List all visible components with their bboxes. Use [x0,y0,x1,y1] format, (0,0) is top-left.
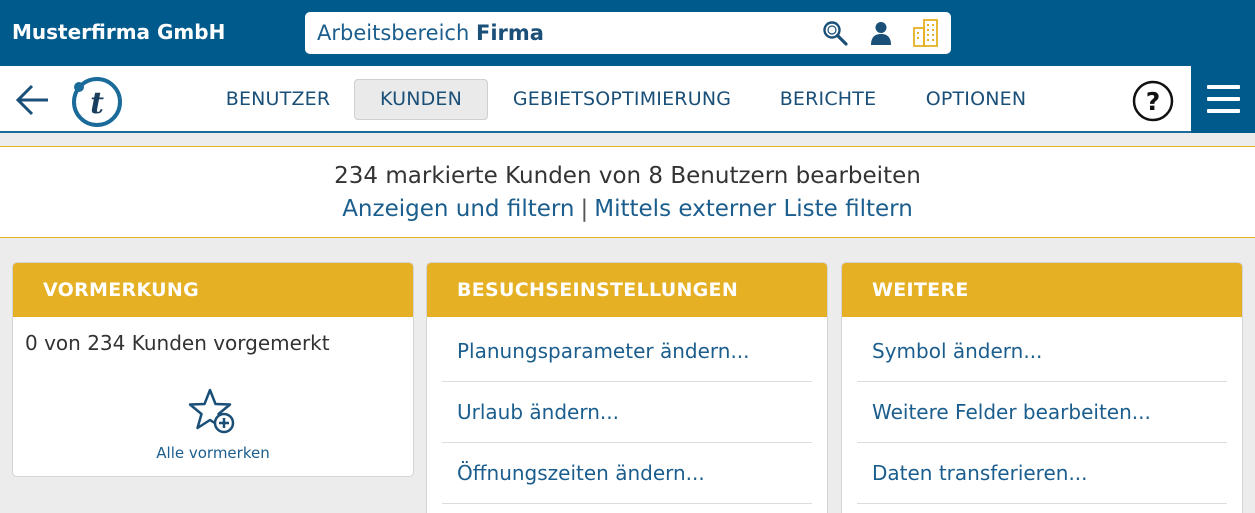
info-links: Anzeigen und filtern | Mittels externer Li… [0,196,1255,222]
back-arrow-icon[interactable] [14,83,50,117]
tab-gebietsoptimierung[interactable]: GEBIETSOPTIMIERUNG [502,79,742,120]
vormerkung-status: 0 von 234 Kunden vorgemerkt [25,331,330,355]
list-item-symbol[interactable]: Symbol ändern... [857,321,1227,382]
tab-berichte[interactable]: BERICHTE [768,79,888,120]
mark-all-button[interactable]: Alle vormerken [13,444,413,462]
list-item-planungsparameter[interactable]: Planungsparameter ändern... [442,321,812,382]
card-title: WEITERE [842,263,1242,317]
list-item-daten-transferieren[interactable]: Daten transferieren... [857,443,1227,504]
selection-info: 234 markierte Kunden von 8 Benutzern bea… [0,146,1255,238]
link-separator: | [580,196,589,222]
tab-benutzer[interactable]: BENUTZER [216,79,340,120]
show-filter-link[interactable]: Anzeigen und filtern [342,196,574,222]
workspace-prefix: Arbeitsbereich [317,21,470,45]
list-item-weitere-felder[interactable]: Weitere Felder bearbeiten... [857,382,1227,443]
menu-line [1207,85,1240,89]
menu-line [1207,109,1240,113]
menu-line [1207,97,1240,101]
hamburger-menu-button[interactable] [1191,66,1255,133]
top-bar: Musterfirma GmbH Arbeitsbereich Firma [0,0,1255,66]
workspace-selector[interactable]: Arbeitsbereich Firma [305,12,951,54]
star-add-icon[interactable] [187,387,239,437]
tab-kunden[interactable]: KUNDEN [354,79,488,120]
workspace-name: Firma [475,21,544,45]
workspace-label: Arbeitsbereich Firma [317,21,544,45]
svg-text:t: t [90,86,104,121]
external-list-filter-link[interactable]: Mittels externer Liste filtern [594,196,913,222]
card-title: VORMERKUNG [13,263,413,317]
svg-text:?: ? [1146,87,1161,116]
help-icon[interactable]: ? [1132,80,1174,122]
user-icon[interactable] [868,20,894,46]
card-vormerkung: VORMERKUNG 0 von 234 Kunden vorgemerkt A… [12,262,414,477]
list-item-urlaub[interactable]: Urlaub ändern... [442,382,812,443]
card-weitere: WEITERE Symbol ändern... Weitere Felder … [841,262,1243,513]
tab-optionen[interactable]: OPTIONEN [912,79,1040,120]
search-icon[interactable] [822,20,848,46]
card-besuchseinstellungen: BESUCHSEINSTELLUNGEN Planungsparameter ä… [426,262,828,513]
company-name: Musterfirma GmbH [12,20,226,44]
list-item-oeffnungszeiten[interactable]: Öffnungszeiten ändern... [442,443,812,504]
building-icon[interactable] [912,18,940,48]
app-logo-icon[interactable]: t [71,75,123,127]
selection-title: 234 markierte Kunden von 8 Benutzern bea… [334,163,921,189]
nav-bar: t BENUTZER KUNDEN GEBIETSOPTIMIERUNG BER… [0,66,1255,133]
card-title: BESUCHSEINSTELLUNGEN [427,263,827,317]
